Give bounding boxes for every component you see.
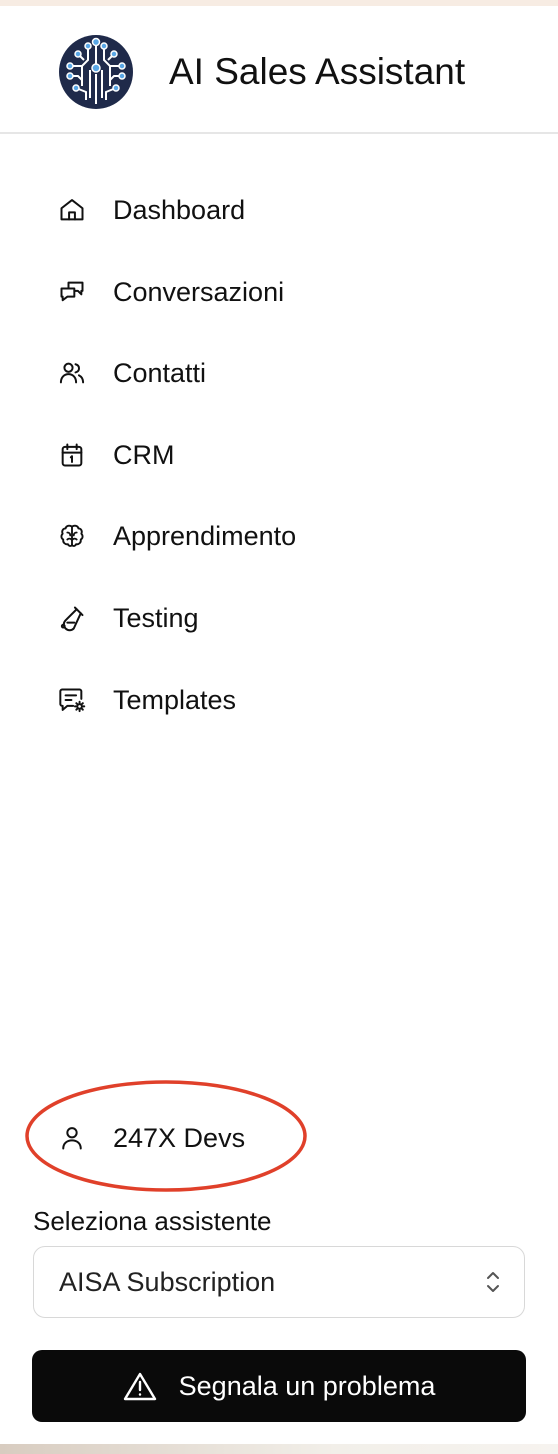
sidebar-item-conversazioni[interactable]: Conversazioni bbox=[50, 262, 520, 322]
sidebar-item-label: Testing bbox=[113, 602, 199, 633]
sidebar-item-label: Conversazioni bbox=[113, 276, 285, 307]
chat-bubbles-icon bbox=[57, 277, 87, 307]
user-icon bbox=[57, 1123, 87, 1153]
assistant-select-value: AISA Subscription bbox=[59, 1266, 276, 1297]
calendar-icon bbox=[57, 440, 87, 470]
sidebar-item-label: Contatti bbox=[113, 357, 207, 388]
assistant-select[interactable]: AISA Subscription bbox=[33, 1246, 525, 1318]
users-icon bbox=[57, 358, 87, 388]
sidebar-item-dashboard[interactable]: Dashboard bbox=[50, 180, 520, 240]
assistant-select-label: Seleziona assistente bbox=[33, 1206, 272, 1236]
message-settings-icon bbox=[57, 685, 87, 715]
warning-icon bbox=[123, 1372, 156, 1401]
home-icon bbox=[57, 195, 87, 225]
sidebar-item-testing[interactable]: Testing bbox=[50, 588, 520, 648]
sidebar-item-label: Apprendimento bbox=[113, 520, 297, 551]
app-logo bbox=[59, 35, 133, 109]
chevron-up-down-icon bbox=[487, 1272, 499, 1292]
sidebar-item-crm[interactable]: CRM bbox=[50, 425, 520, 485]
sidebar-item-label: Templates bbox=[113, 684, 237, 715]
report-problem-label: Segnala un problema bbox=[178, 1370, 436, 1401]
sidebar-item-apprendimento[interactable]: Apprendimento bbox=[50, 506, 520, 566]
sidebar-item-contatti[interactable]: Contatti bbox=[50, 343, 520, 403]
sidebar-item-templates[interactable]: Templates bbox=[50, 670, 520, 730]
test-tube-icon bbox=[57, 603, 87, 633]
sidebar-item-label: CRM bbox=[113, 439, 175, 470]
report-problem-button[interactable]: Segnala un problema bbox=[32, 1350, 526, 1422]
app-title: AI Sales Assistant bbox=[169, 51, 466, 92]
user-name: 247X Devs bbox=[113, 1122, 246, 1153]
user-account-item[interactable]: 247X Devs bbox=[50, 1108, 350, 1168]
sidebar-item-label: Dashboard bbox=[113, 194, 246, 225]
bottom-strip bbox=[0, 1444, 558, 1454]
brain-icon bbox=[57, 521, 87, 551]
sidebar-header: AI Sales Assistant bbox=[0, 6, 558, 134]
